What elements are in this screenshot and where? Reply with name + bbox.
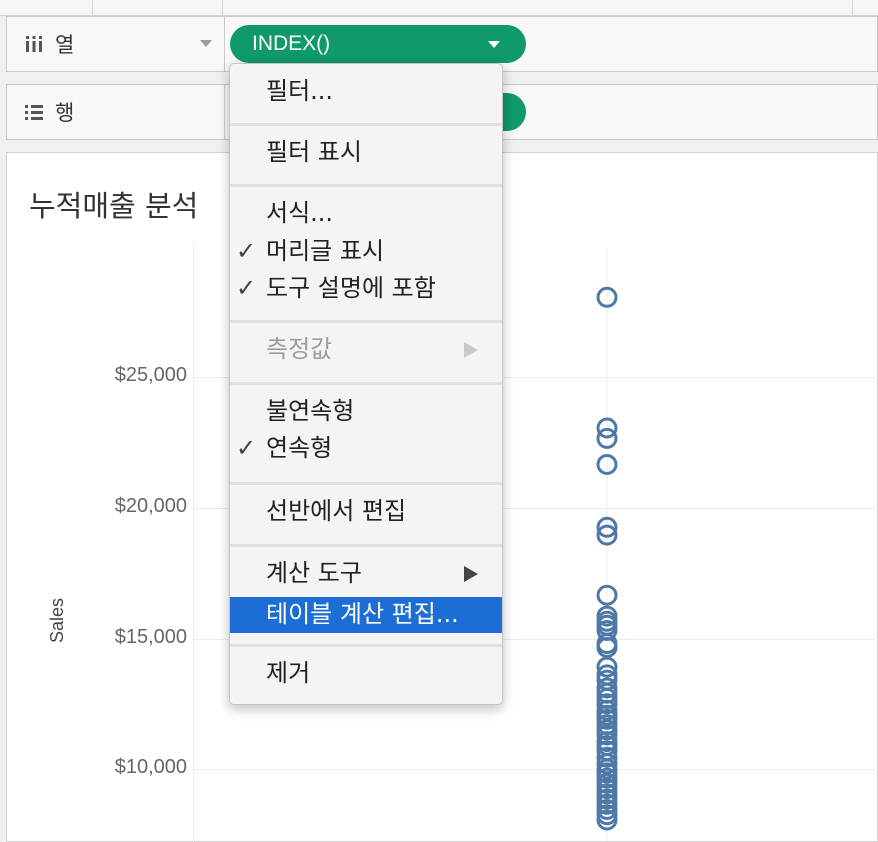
menu-separator [230,123,502,126]
menu-item-label: 서식... [266,199,334,227]
menu-item-label: 계산 도구 [266,559,362,587]
context-menu: 필터... 필터 표시서식... ✓ 머리글 표시 ✓ 도구 설명에 포함측정값불연속형 ✓… [229,63,503,705]
menu-separator [230,644,502,647]
menu-item[interactable]: ✓ 연속형 [230,431,502,465]
menu-item-label: 선반에서 편집 [266,497,407,525]
submenu-arrow-icon [464,342,478,358]
menu-item[interactable]: 선반에서 편집 [230,494,502,528]
menu-item-label: 도구 설명에 포함 [266,274,436,302]
toolbar-divider [222,0,223,16]
toolbar-divider [852,0,853,16]
rows-icon [23,101,45,123]
menu-separator [230,482,502,485]
menu-item-label: 머리글 표시 [266,237,385,265]
menu-item-label: 테이블 계산 편집... [266,600,459,628]
index-pill[interactable]: INDEX() [230,25,526,63]
rows-shelf-label: 행 [55,101,75,125]
chevron-down-icon[interactable] [200,40,212,47]
chevron-down-icon[interactable] [488,41,500,48]
index-pill-label: INDEX() [252,32,331,55]
menu-item-label: 불연속형 [266,397,355,425]
rows-shelf-label-cell: 행 [7,85,225,139]
checkmark-icon: ✓ [236,237,257,265]
menu-item: 측정값 [230,332,502,366]
menu-item[interactable]: 필터... [230,74,502,108]
menu-item[interactable]: 불연속형 [230,394,502,428]
columns-icon [23,33,45,55]
submenu-arrow-icon [464,566,478,582]
menu-item[interactable]: 계산 도구 [230,556,502,590]
menu-separator [230,184,502,187]
menu-item[interactable]: ✓ 머리글 표시 [230,234,502,268]
menu-item-label: 연속형 [266,434,333,462]
checkmark-icon: ✓ [236,274,257,302]
columns-shelf-label-cell: 열 [7,17,225,71]
menu-item[interactable]: ✓ 도구 설명에 포함 [230,271,502,305]
menu-item-label: 필터 표시 [266,138,362,166]
menu-separator [230,544,502,547]
menu-item[interactable]: 서식... [230,196,502,230]
menu-separator [230,320,502,323]
menu-item[interactable]: 필터 표시 [230,135,502,169]
columns-shelf-label: 열 [55,33,75,57]
menu-item-label: 제거 [266,659,311,687]
toolbar-divider [92,0,93,16]
menu-item-label: 측정값 [266,335,333,363]
menu-item[interactable]: 제거 [230,656,502,690]
menu-separator [230,382,502,385]
menu-item[interactable]: 테이블 계산 편집... [230,597,502,633]
top-toolbar-strip [0,0,878,16]
checkmark-icon: ✓ [236,434,257,462]
menu-item-label: 필터... [266,77,334,105]
